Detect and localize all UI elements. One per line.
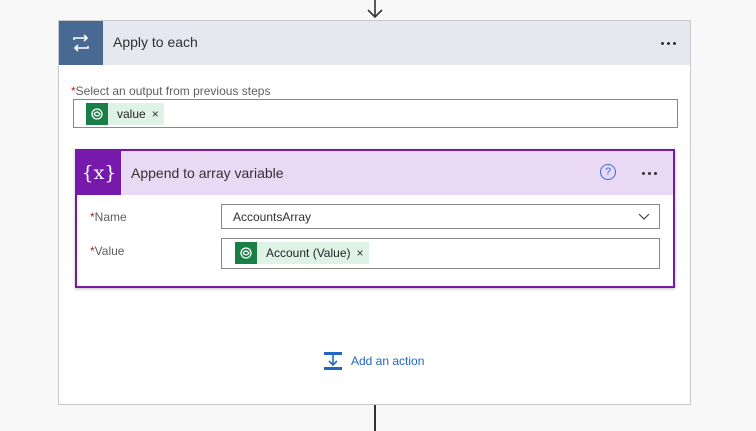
apply-to-each-title: Apply to each bbox=[113, 34, 198, 50]
name-dropdown-value: AccountsArray bbox=[233, 210, 312, 224]
select-output-label: *Select an output from previous steps bbox=[71, 84, 271, 98]
value-field-label: *Value bbox=[90, 244, 125, 258]
append-to-array-title: Append to array variable bbox=[131, 165, 284, 181]
append-to-array-header[interactable]: {x} Append to array variable ? bbox=[77, 151, 673, 195]
chevron-down-icon bbox=[638, 213, 650, 220]
select-output-input[interactable]: value × bbox=[73, 99, 678, 128]
more-dot-icon bbox=[641, 171, 645, 175]
value-token-label: value bbox=[117, 107, 146, 121]
name-field-label: *Name bbox=[90, 210, 127, 224]
down-arrow-icon bbox=[367, 0, 383, 19]
dataverse-icon bbox=[235, 242, 257, 264]
apply-to-each-card: Apply to each *Select an output from pre… bbox=[58, 20, 691, 405]
account-value-token-label: Account (Value) bbox=[266, 246, 351, 260]
remove-token-icon[interactable]: × bbox=[152, 107, 164, 121]
value-token[interactable]: value × bbox=[86, 103, 164, 125]
apply-to-each-more-button[interactable] bbox=[654, 33, 682, 53]
more-dot-icon bbox=[653, 171, 657, 175]
flow-connector bbox=[374, 405, 376, 431]
apply-to-each-header[interactable]: Apply to each bbox=[59, 21, 690, 65]
append-to-array-card: {x} Append to array variable ? *Name Acc… bbox=[75, 149, 675, 288]
variable-icon: {x} bbox=[77, 151, 121, 195]
add-an-action-label: Add an action bbox=[351, 354, 425, 368]
more-dot-icon bbox=[647, 171, 651, 175]
loop-icon bbox=[59, 21, 103, 65]
add-an-action-button[interactable]: Add an action bbox=[323, 351, 424, 371]
more-dot-icon bbox=[672, 41, 676, 45]
append-more-button[interactable] bbox=[635, 163, 663, 183]
more-dot-icon bbox=[666, 41, 670, 45]
value-input[interactable]: Account (Value) × bbox=[221, 238, 660, 269]
account-value-token[interactable]: Account (Value) × bbox=[235, 242, 369, 264]
dataverse-icon bbox=[86, 103, 108, 125]
remove-token-icon[interactable]: × bbox=[357, 246, 369, 260]
help-icon[interactable]: ? bbox=[600, 164, 616, 180]
insert-action-icon bbox=[324, 352, 342, 370]
name-dropdown[interactable]: AccountsArray bbox=[221, 204, 660, 229]
more-dot-icon bbox=[660, 41, 664, 45]
